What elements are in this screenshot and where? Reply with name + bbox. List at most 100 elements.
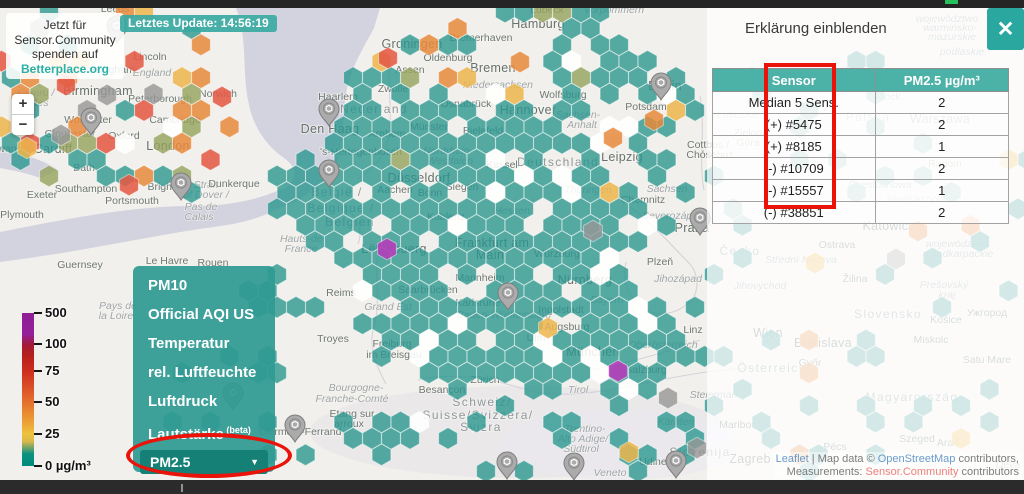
hex-cell[interactable] — [657, 411, 676, 433]
hex-cell[interactable] — [154, 132, 173, 154]
hex-cell[interactable] — [439, 428, 458, 450]
legend-tick-label: 50 — [45, 393, 59, 408]
green-indicator — [945, 0, 958, 4]
hex-cell[interactable] — [496, 362, 515, 384]
hex-cell[interactable] — [220, 116, 239, 138]
hex-cell[interactable] — [572, 100, 591, 122]
panel-title[interactable]: Erklärung einblenden — [745, 20, 887, 37]
hex-cell[interactable] — [524, 378, 543, 400]
hex-cell[interactable] — [116, 100, 135, 122]
hex-cell[interactable] — [401, 34, 420, 56]
hex-cell[interactable] — [334, 247, 353, 269]
hex-cell[interactable] — [372, 280, 391, 302]
hex-cell[interactable] — [515, 460, 534, 482]
hex-cell[interactable] — [173, 132, 192, 154]
hex-cell[interactable] — [120, 174, 139, 196]
hex-cell[interactable] — [372, 346, 391, 368]
hex-cell[interactable] — [604, 127, 623, 149]
hex-cell[interactable] — [629, 231, 648, 253]
hex-cell[interactable] — [458, 67, 477, 89]
hex-cell[interactable] — [477, 460, 496, 482]
hex-cell[interactable] — [116, 132, 135, 154]
layer-menu-item[interactable]: PM10 — [133, 271, 275, 300]
hex-cell[interactable] — [213, 86, 232, 108]
hex-cell[interactable] — [448, 378, 467, 400]
hex-cell[interactable] — [287, 296, 306, 318]
table-row: (+) #54752 — [713, 114, 1009, 136]
hex-cell[interactable] — [40, 165, 59, 187]
hex-cell[interactable] — [600, 83, 619, 105]
hex-cell[interactable] — [268, 198, 287, 220]
hex-cell[interactable] — [511, 51, 530, 73]
legend-tick — [34, 465, 42, 467]
hex-cell[interactable] — [539, 317, 558, 339]
zoom-in-button[interactable]: + — [12, 94, 34, 115]
hex-cell[interactable] — [379, 47, 398, 69]
hex-cell[interactable] — [553, 132, 572, 154]
layer-menu-item[interactable]: Official AQI US — [133, 300, 275, 329]
hex-cell[interactable] — [306, 231, 325, 253]
hex-cell[interactable] — [686, 296, 705, 318]
hex-cell[interactable] — [97, 165, 116, 187]
hex-cell[interactable] — [353, 313, 372, 335]
zoom-out-button[interactable]: − — [12, 115, 34, 135]
hex-cell[interactable] — [572, 362, 591, 384]
hex-cell[interactable] — [648, 165, 667, 187]
hex-cell[interactable] — [657, 214, 676, 236]
hex-cell[interactable] — [553, 428, 572, 450]
hex-cell[interactable] — [676, 346, 695, 368]
table-cell: 1 — [875, 136, 1009, 158]
hex-cell[interactable] — [584, 220, 603, 242]
hex-cell[interactable] — [401, 428, 420, 450]
hex-cell[interactable] — [543, 378, 562, 400]
layer-menu-item[interactable]: Luftdruck — [133, 387, 275, 416]
hex-cell[interactable] — [378, 238, 397, 260]
hex-cell[interactable] — [620, 441, 639, 463]
hex-cell[interactable] — [659, 387, 678, 409]
hex-cell[interactable] — [353, 280, 372, 302]
hex-cell[interactable] — [344, 428, 363, 450]
hex-cell[interactable] — [135, 100, 154, 122]
hex-cell[interactable] — [306, 296, 325, 318]
hex-cell[interactable] — [154, 165, 173, 187]
hex-cell[interactable] — [458, 264, 477, 286]
attribution-link[interactable]: Leaflet — [776, 453, 809, 465]
hex-cell[interactable] — [420, 362, 439, 384]
hex-cell[interactable] — [125, 50, 144, 72]
hex-cell[interactable] — [98, 84, 117, 106]
hex-cell[interactable] — [477, 362, 496, 384]
hex-cell[interactable] — [68, 149, 87, 171]
hex-cell[interactable] — [629, 460, 648, 482]
legend-tick-label: 0 µg/m³ — [45, 458, 91, 473]
hex-cell[interactable] — [609, 360, 628, 382]
hex-cell[interactable] — [676, 182, 695, 204]
hex-cell[interactable] — [553, 296, 572, 318]
hex-cell[interactable] — [201, 149, 220, 171]
close-icon[interactable]: ✕ — [987, 8, 1024, 50]
hex-cell[interactable] — [467, 411, 486, 433]
hex-cell[interactable] — [439, 34, 458, 56]
attribution-line1: Leaflet | Map data © OpenStreetMap contr… — [776, 453, 1019, 466]
hex-cell[interactable] — [688, 437, 707, 459]
hex-cell[interactable] — [420, 34, 439, 56]
hex-cell[interactable] — [192, 34, 211, 56]
hex-cell[interactable] — [296, 444, 315, 466]
hex-cell[interactable] — [372, 444, 391, 466]
map-label: Veneto — [594, 467, 627, 479]
hex-cell[interactable] — [458, 34, 477, 56]
hex-cell[interactable] — [496, 395, 515, 417]
layer-menu-item[interactable]: Temperatur — [133, 329, 275, 358]
layer-menu-item[interactable]: rel. Luftfeuchte — [133, 358, 275, 387]
hex-cell[interactable] — [52, 124, 71, 146]
betterplace-link[interactable]: Betterplace.org — [6, 62, 124, 77]
red-ellipse-annotation — [126, 433, 292, 478]
donation-line: spenden auf — [6, 47, 124, 62]
hex-cell[interactable] — [686, 100, 705, 122]
attribution-link[interactable]: OpenStreetMap — [878, 453, 956, 465]
hex-cell[interactable] — [18, 137, 37, 159]
hex-cell[interactable] — [610, 395, 629, 417]
hex-cell[interactable] — [645, 109, 664, 131]
map-attribution: Leaflet | Map data © OpenStreetMap contr… — [773, 452, 1022, 479]
hex-cell[interactable] — [638, 378, 657, 400]
map-zoom-control: + − — [12, 94, 34, 135]
